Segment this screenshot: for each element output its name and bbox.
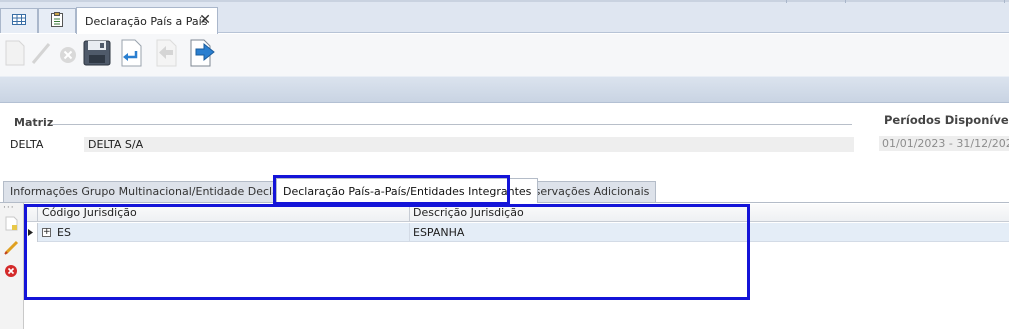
- edit-button[interactable]: [26, 39, 56, 69]
- cancel-icon: [57, 42, 79, 67]
- undo-icon: [120, 39, 144, 70]
- matriz-label: Matriz: [14, 116, 54, 129]
- table-icon: [12, 14, 26, 28]
- grid-action-bar: ···: [0, 203, 24, 329]
- divider: [845, 0, 846, 3]
- edit-row-icon[interactable]: [3, 239, 19, 255]
- grip-icon: ···: [3, 203, 15, 213]
- matriz-code-field[interactable]: DELTA: [8, 137, 82, 152]
- cancel-button[interactable]: [53, 39, 83, 69]
- undo-button[interactable]: [117, 39, 147, 69]
- highlight-box-tab: [273, 175, 510, 205]
- matriz-name-field: DELTA S/A: [84, 137, 854, 152]
- highlight-box-grid: [24, 204, 750, 300]
- grid-view-tab[interactable]: [0, 8, 38, 33]
- delete-row-icon[interactable]: [3, 263, 19, 279]
- matriz-divider: [52, 124, 852, 125]
- title-divider: [0, 0, 1009, 2]
- forward-icon: [190, 39, 216, 70]
- toolbar: [0, 34, 1009, 76]
- document-tab-strip: Declaração País a País ✕: [0, 0, 1009, 34]
- back-button[interactable]: [152, 39, 182, 69]
- checklist-tab[interactable]: [38, 8, 76, 33]
- periodo-field[interactable]: 01/01/2023 - 31/12/2023: [879, 136, 1009, 151]
- add-row-icon[interactable]: [3, 215, 19, 231]
- new-icon: [4, 40, 26, 69]
- tab-declaracao-pais-a-pais[interactable]: Declaração País a País ✕: [76, 7, 218, 34]
- ribbon-band: [0, 76, 1009, 103]
- periodos-label: Períodos Disponíveis: [884, 113, 1009, 127]
- close-icon[interactable]: ✕: [199, 13, 211, 27]
- edit-icon: [30, 40, 52, 69]
- forward-button[interactable]: [188, 39, 218, 69]
- divider: [1004, 0, 1005, 3]
- save-icon: [83, 39, 111, 70]
- doc-tab-title: Declaração País a País: [85, 14, 208, 28]
- clipboard-icon: [51, 12, 63, 30]
- divider: [786, 0, 787, 3]
- save-button[interactable]: [82, 39, 112, 69]
- back-icon: [155, 39, 179, 70]
- tab-informacoes-grupo[interactable]: Informações Grupo Multinacional/Entidade…: [3, 181, 316, 202]
